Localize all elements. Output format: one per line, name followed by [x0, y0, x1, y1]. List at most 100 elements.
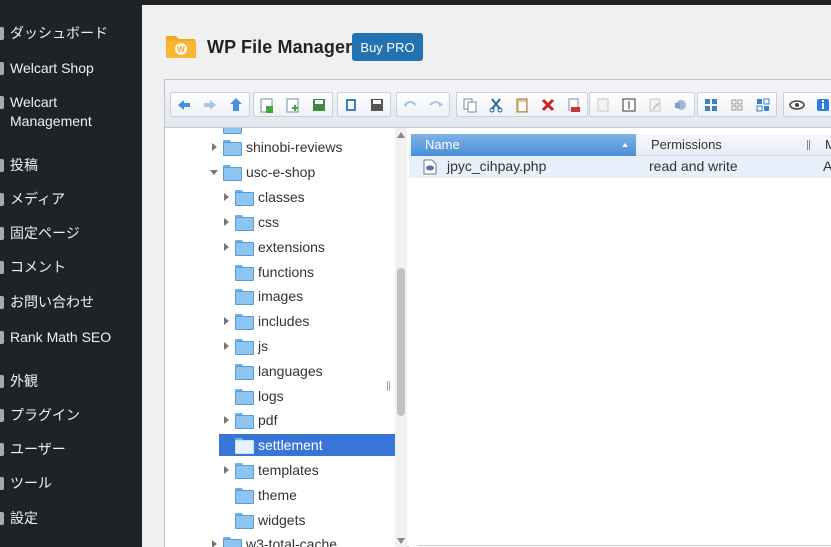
info-button[interactable]: [810, 93, 831, 116]
scroll-up-icon[interactable]: [397, 132, 405, 138]
tree-item[interactable]: theme: [221, 484, 297, 506]
sidebar-item-label: ツール: [10, 475, 52, 491]
tree-item-selected[interactable]: settlement: [219, 434, 395, 456]
resize-icon: [675, 99, 686, 110]
plugin-icon: [0, 407, 10, 425]
trash-button[interactable]: [561, 93, 587, 116]
save-icon: [313, 98, 325, 111]
column-header-label: Name: [425, 137, 460, 152]
forward-button[interactable]: [197, 93, 223, 116]
sidebar-item-tools[interactable]: ツール: [0, 474, 142, 493]
admin-sidebar: ダッシュボード Welcart Shop Welcart Management …: [0, 0, 142, 547]
tree-item[interactable]: logs: [221, 385, 284, 407]
tree-item[interactable]: widgets: [221, 509, 305, 531]
tree-item[interactable]: usc-e-shop: [209, 161, 315, 183]
column-header-permissions[interactable]: Permissions: [651, 134, 722, 156]
copy-icon: [463, 98, 477, 112]
expand-arrow-icon: [209, 538, 221, 547]
arrow-placeholder: [221, 390, 233, 402]
tree-item[interactable]: w3-total-cache: [209, 533, 337, 547]
download-button[interactable]: [364, 93, 390, 116]
tree-item[interactable]: languages: [221, 360, 323, 382]
sidebar-item-dashboard[interactable]: ダッシュボード: [0, 24, 142, 43]
sidebar-item-welcart-shop[interactable]: Welcart Shop: [0, 59, 142, 78]
view-small-icons-button[interactable]: [724, 93, 750, 116]
view-icons-button[interactable]: [698, 93, 724, 116]
sidebar-item-appearance[interactable]: 外観: [0, 372, 142, 391]
open-button[interactable]: [338, 93, 364, 116]
copy-button[interactable]: [457, 93, 483, 116]
toolbar: [165, 80, 831, 128]
preview-button[interactable]: [784, 93, 810, 116]
edit-button[interactable]: [642, 93, 668, 116]
tree-item[interactable]: templates: [221, 459, 319, 481]
tree-item[interactable]: extensions: [221, 236, 325, 258]
tree-item[interactable]: includes: [221, 310, 309, 332]
arrow-placeholder: [221, 439, 233, 451]
tree-item[interactable]: css: [221, 211, 279, 233]
sidebar-item-users[interactable]: ユーザー: [0, 440, 142, 459]
buy-pro-button[interactable]: Buy PRO: [352, 33, 423, 61]
resize-button[interactable]: [668, 93, 694, 116]
new-file-button[interactable]: [280, 93, 306, 116]
column-header-name[interactable]: Name: [411, 134, 636, 156]
column-resize-grip[interactable]: [807, 140, 810, 150]
tree-item[interactable]: classes: [221, 186, 305, 208]
tree-item-label: pdf: [258, 412, 278, 428]
back-button[interactable]: [171, 93, 197, 116]
tree-item[interactable]: js: [221, 335, 268, 357]
duplicate-button[interactable]: [590, 93, 616, 116]
sidebar-item-settings[interactable]: 設定: [0, 509, 142, 528]
sidebar-item-rank-math[interactable]: Rank Math SEO: [0, 328, 142, 347]
tree-item[interactable]: shinobi-reviews: [209, 136, 342, 158]
view-list-button[interactable]: [750, 93, 776, 116]
save-button[interactable]: [306, 93, 332, 116]
file-row[interactable]: jpyc_cihpay.php read and write A: [409, 156, 831, 178]
duplicate-icon: [597, 98, 609, 111]
toolbar-group-navigation: [170, 92, 250, 117]
tree-scrollbar[interactable]: [395, 128, 407, 547]
scroll-down-icon[interactable]: [397, 538, 405, 544]
sidebar-item-label: Welcart Management: [10, 94, 92, 129]
sidebar-item-label: 固定ページ: [10, 225, 80, 241]
open-folder-icon: [235, 438, 254, 454]
grid-view-icon: [705, 98, 717, 111]
tree-item[interactable]: [209, 128, 246, 136]
folder-icon: [235, 289, 254, 305]
sidebar-item-label: 設定: [10, 510, 38, 526]
arrow-right-icon: [204, 99, 216, 110]
sidebar-item-contact[interactable]: お問い合わせ: [0, 293, 142, 312]
tree-item[interactable]: images: [221, 285, 303, 307]
up-button[interactable]: [223, 93, 249, 116]
undo-icon: [403, 100, 417, 107]
paste-button[interactable]: [509, 93, 535, 116]
column-header-modified[interactable]: M: [825, 134, 831, 156]
delete-button[interactable]: [535, 93, 561, 116]
sidebar-item-plugins[interactable]: プラグイン: [0, 406, 142, 425]
folder-icon: [235, 488, 254, 504]
new-folder-button[interactable]: [254, 93, 280, 116]
tree-item[interactable]: functions: [221, 261, 314, 283]
pane-resize-grip[interactable]: [387, 381, 390, 391]
sidebar-item-welcart-management[interactable]: Welcart Management: [0, 93, 120, 131]
page-title: WP File Manager: [207, 37, 353, 57]
cut-button[interactable]: [483, 93, 509, 116]
rename-button[interactable]: [616, 93, 642, 116]
sidebar-item-label: プラグイン: [10, 407, 80, 423]
file-list: Name Permissions M jpyc_cihpay.php read …: [409, 128, 831, 547]
scrollbar-thumb[interactable]: [397, 268, 405, 416]
redo-icon: [429, 100, 443, 107]
tree-item[interactable]: pdf: [221, 409, 277, 431]
folder-icon: [235, 389, 254, 405]
undo-button[interactable]: [397, 93, 423, 116]
sidebar-item-media[interactable]: メディア: [0, 190, 142, 209]
sidebar-item-comments[interactable]: コメント: [0, 258, 142, 277]
folder-icon: [223, 140, 242, 156]
expand-arrow-icon: [221, 464, 233, 476]
redo-button[interactable]: [423, 93, 449, 116]
sidebar-item-posts[interactable]: 投稿: [0, 156, 142, 175]
toolbar-group-view: [697, 92, 777, 117]
dashboard-icon: [0, 25, 10, 43]
sidebar-item-pages[interactable]: 固定ページ: [0, 224, 142, 243]
file-manager-logo-icon: W: [166, 36, 196, 58]
